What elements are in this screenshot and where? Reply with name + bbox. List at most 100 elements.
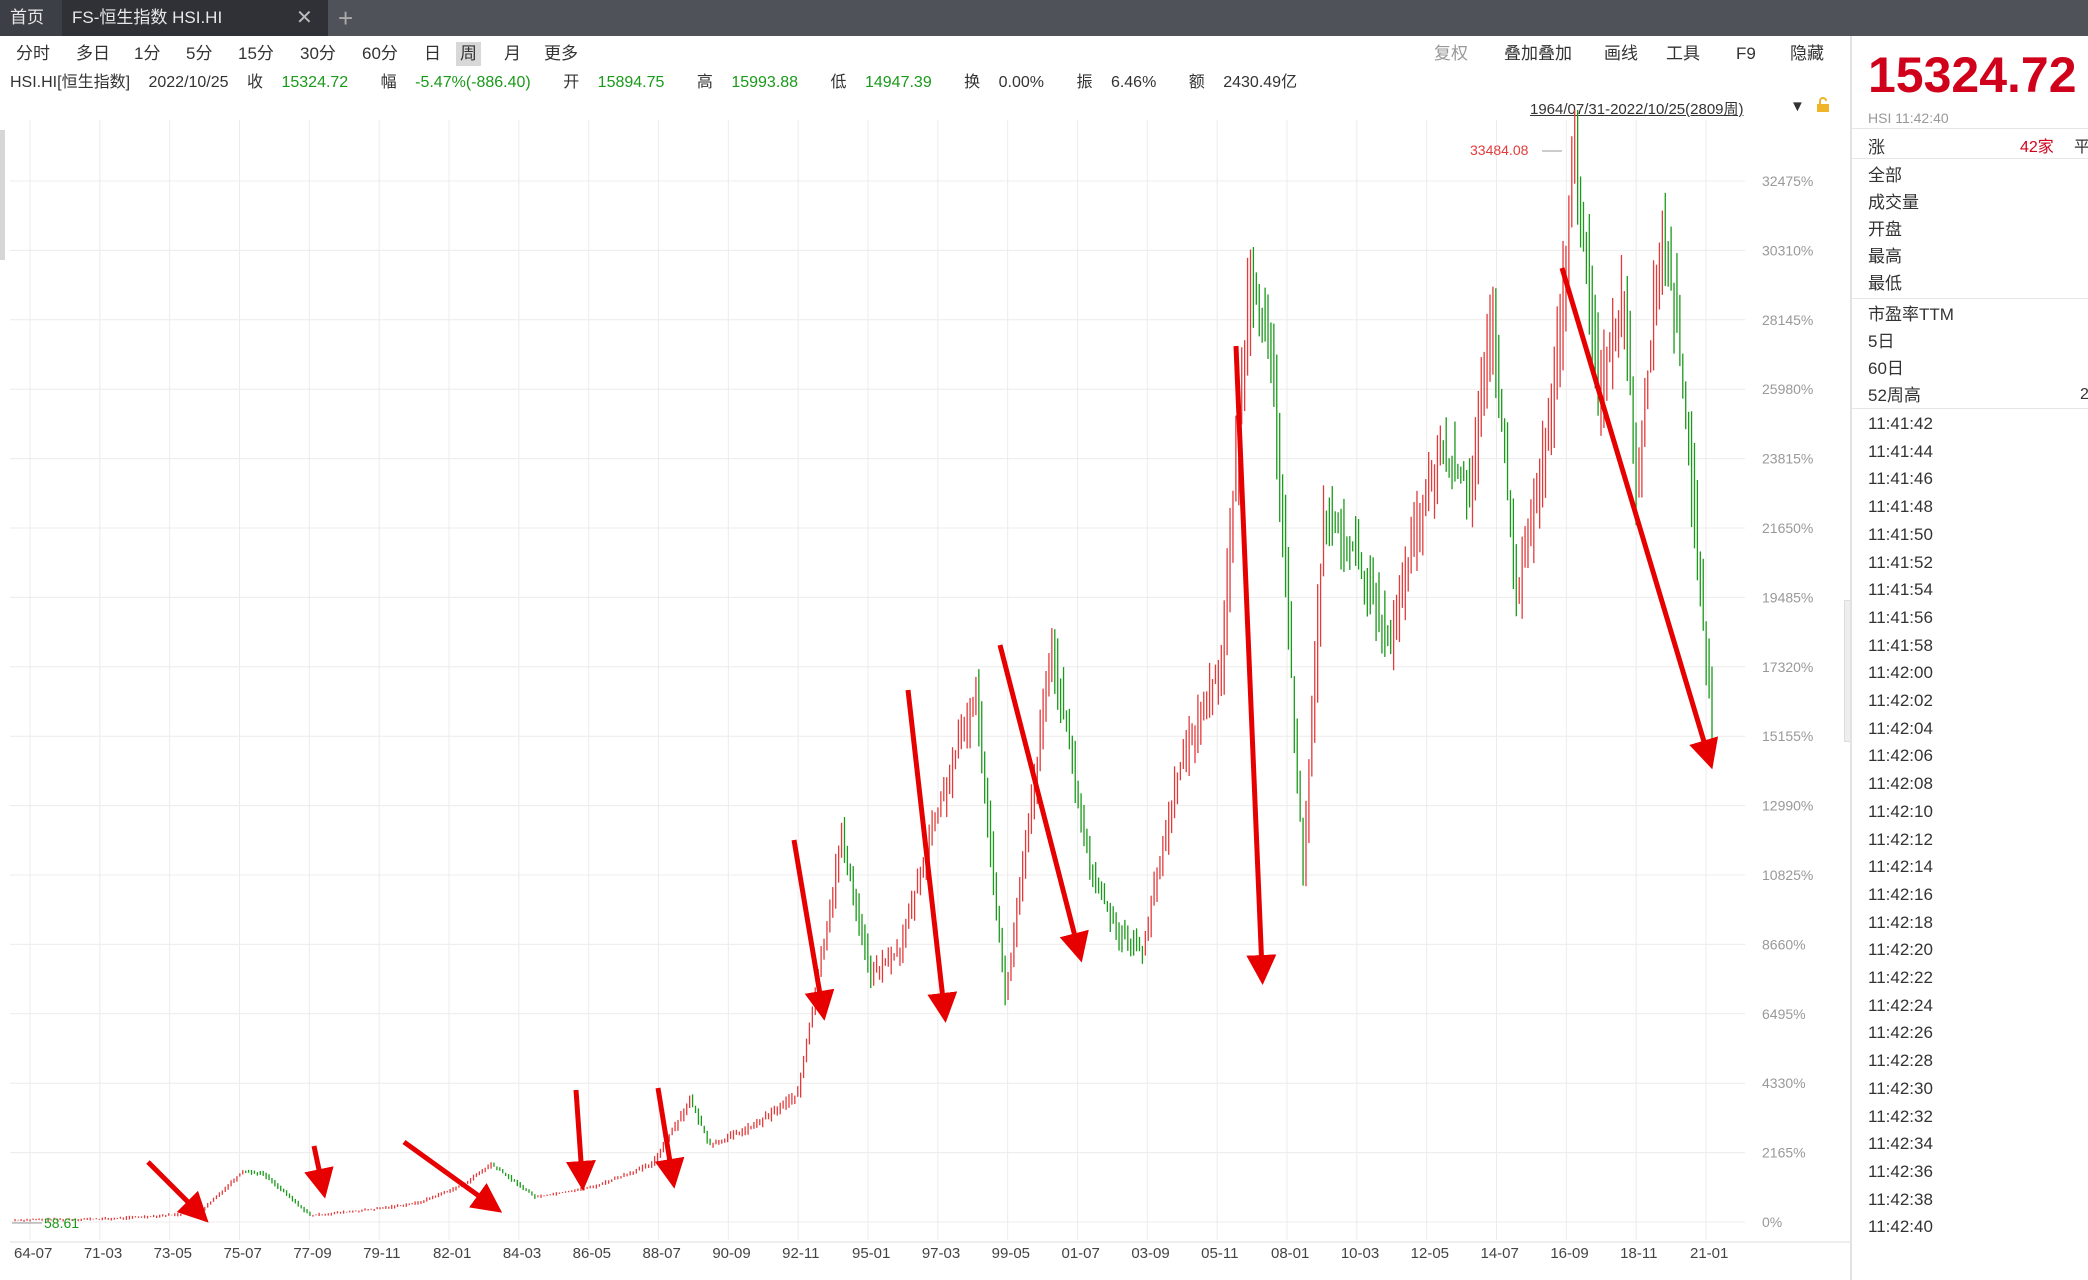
- sidebar-row-high: 最高: [1868, 247, 1902, 266]
- tick-time: 11:42:14: [1868, 857, 1933, 877]
- price-series: [14, 110, 1713, 1222]
- rise-count: 42家: [2020, 139, 2054, 156]
- period-toolbar: 分时 多日 1分 5分 15分 30分 60分 日 周 月 更多 复权 叠加叠加…: [0, 38, 1850, 68]
- period-day[interactable]: 日: [424, 42, 441, 66]
- tab-bar: 首页 FS-恒生指数 HSI.HI ✕ +: [0, 0, 2088, 36]
- period-1min[interactable]: 1分: [134, 42, 160, 66]
- period-30min[interactable]: 30分: [300, 42, 336, 66]
- period-more[interactable]: 更多: [544, 42, 578, 66]
- tick-time: 11:41:46: [1868, 469, 1933, 489]
- tick-time: 11:41:54: [1868, 580, 1933, 600]
- tick-time: 11:41:42: [1868, 414, 1933, 433]
- drawdown-arrow: [1233, 345, 1277, 985]
- tick-time: 11:41:58: [1868, 635, 1933, 655]
- turnover-value: 0.00%: [998, 74, 1045, 91]
- x-tick-label: 18-11: [1620, 1245, 1657, 1262]
- tick-time: 11:42:12: [1868, 829, 1933, 849]
- x-tick-label: 08-01: [1271, 1245, 1309, 1262]
- sidebar-row-all: 全部: [1868, 166, 1902, 185]
- sidebar-row-60d: 60日: [1868, 359, 1904, 378]
- adjust-button[interactable]: 复权: [1434, 42, 1468, 66]
- drawdown-arrow: [997, 644, 1089, 963]
- x-tick-label: 05-11: [1201, 1245, 1238, 1262]
- x-tick-label: 82-01: [433, 1245, 471, 1262]
- change-value: -5.47%(-886.40): [415, 74, 531, 91]
- y-tick-label: 19485%: [1762, 589, 1813, 605]
- low-value: 14947.39: [864, 74, 932, 91]
- price-subline: HSI 11:42:40: [1868, 110, 1949, 126]
- y-tick-label: 0%: [1762, 1214, 1782, 1230]
- x-tick-label: 71-03: [84, 1245, 122, 1262]
- close-icon[interactable]: ✕: [296, 0, 313, 36]
- tick-time: 11:42:08: [1868, 774, 1933, 794]
- x-tick-label: 12-05: [1411, 1245, 1449, 1262]
- drawdown-arrow: [565, 1089, 596, 1191]
- chart-annotations: 33484.08 58.61: [12, 142, 1562, 1231]
- period-week[interactable]: 周: [456, 42, 481, 66]
- period-60min[interactable]: 60分: [362, 42, 398, 66]
- period-month[interactable]: 月: [504, 42, 521, 66]
- y-tick-label: 30310%: [1762, 242, 1813, 258]
- period-15min[interactable]: 15分: [238, 42, 274, 66]
- drawdown-arrows: [146, 267, 1719, 1223]
- y-tick-label: 8660%: [1762, 936, 1806, 952]
- tick-time: 11:41:44: [1868, 441, 1933, 461]
- x-axis: 64-07 71-03 73-05 75-07 77-09 79-11 82-01 84-03…: [14, 1245, 1728, 1262]
- x-tick-label: 10-03: [1341, 1245, 1379, 1262]
- symbol-label: HSI.HI[恒生指数]: [10, 74, 131, 91]
- x-tick-label: 95-01: [852, 1245, 890, 1262]
- tab-home[interactable]: 首页: [0, 0, 62, 36]
- y-tick-label: 21650%: [1762, 520, 1813, 536]
- tick-time: 11:42:04: [1868, 718, 1933, 738]
- add-tab-icon[interactable]: +: [338, 0, 353, 36]
- overlay-button[interactable]: 叠加叠加: [1504, 42, 1572, 66]
- drawdown-arrow: [146, 1160, 209, 1223]
- x-tick-label: 97-03: [922, 1245, 960, 1262]
- tick-time: 11:42:00: [1868, 663, 1933, 683]
- y-tick-label: 17320%: [1762, 659, 1813, 675]
- high-annotation: 33484.08: [1470, 142, 1529, 158]
- x-tick-label: 79-11: [363, 1245, 400, 1262]
- amount-value: 2430.49亿: [1223, 74, 1298, 91]
- period-5min[interactable]: 5分: [186, 42, 212, 66]
- tick-time: 11:41:52: [1868, 552, 1933, 572]
- hide-button[interactable]: 隐藏: [1790, 42, 1824, 66]
- y-tick-label: 25980%: [1762, 381, 1813, 397]
- x-tick-label: 14-07: [1481, 1245, 1519, 1262]
- quote-info-line: HSI.HI[恒生指数] 2022/10/25 收 15324.72 幅 -5.…: [10, 70, 1325, 96]
- open-value: 15894.75: [597, 74, 665, 91]
- sidebar-row-open: 开盘: [1868, 220, 1902, 239]
- y-tick-label: 32475%: [1762, 173, 1813, 189]
- x-tick-label: 73-05: [154, 1245, 192, 1262]
- x-tick-label: 21-01: [1690, 1245, 1728, 1262]
- period-fenshi[interactable]: 分时: [16, 42, 50, 66]
- x-tick-label: 77-09: [293, 1245, 331, 1262]
- sidebar-row-pe: 市盈率TTM: [1868, 305, 1954, 324]
- sidebar-row-volume: 成交量: [1868, 193, 1919, 212]
- tools-button[interactable]: 工具: [1666, 42, 1700, 66]
- tick-time: 11:42:16: [1868, 884, 1933, 904]
- tick-time: 11:42:40: [1868, 1217, 1933, 1237]
- tick-time: 11:42:10: [1868, 801, 1933, 821]
- y-tick-label: 12990%: [1762, 798, 1813, 814]
- tab-hsi[interactable]: FS-恒生指数 HSI.HI: [62, 0, 328, 36]
- tick-time: 11:42:36: [1868, 1161, 1933, 1181]
- tick-time: 11:42:30: [1868, 1078, 1933, 1098]
- f9-button[interactable]: F9: [1736, 42, 1756, 66]
- x-tick-label: 90-09: [712, 1245, 750, 1262]
- tick-time: 11:42:34: [1868, 1134, 1933, 1154]
- drawdown-arrow: [654, 1087, 685, 1189]
- amplitude-label: 振: [1076, 74, 1093, 91]
- sidebar-row-5d: 5日: [1868, 332, 1895, 351]
- hsi-weekly-chart[interactable]: 0% 2165% 4330% 6495% 8660% 10825% 12990% 15155%…: [0, 110, 1850, 1280]
- period-multiday[interactable]: 多日: [76, 42, 110, 66]
- tick-time: 11:42:24: [1868, 995, 1933, 1015]
- y-axis: 0% 2165% 4330% 6495% 8660% 10825% 12990% 15155%…: [1762, 173, 1813, 1230]
- x-tick-label: 84-03: [503, 1245, 541, 1262]
- grid-lines: [10, 120, 1850, 1243]
- draw-line-button[interactable]: 画线: [1604, 42, 1638, 66]
- low-label: 低: [830, 74, 847, 91]
- open-label: 开: [563, 74, 580, 91]
- x-tick-label: 01-07: [1062, 1245, 1100, 1262]
- x-tick-label: 88-07: [643, 1245, 681, 1262]
